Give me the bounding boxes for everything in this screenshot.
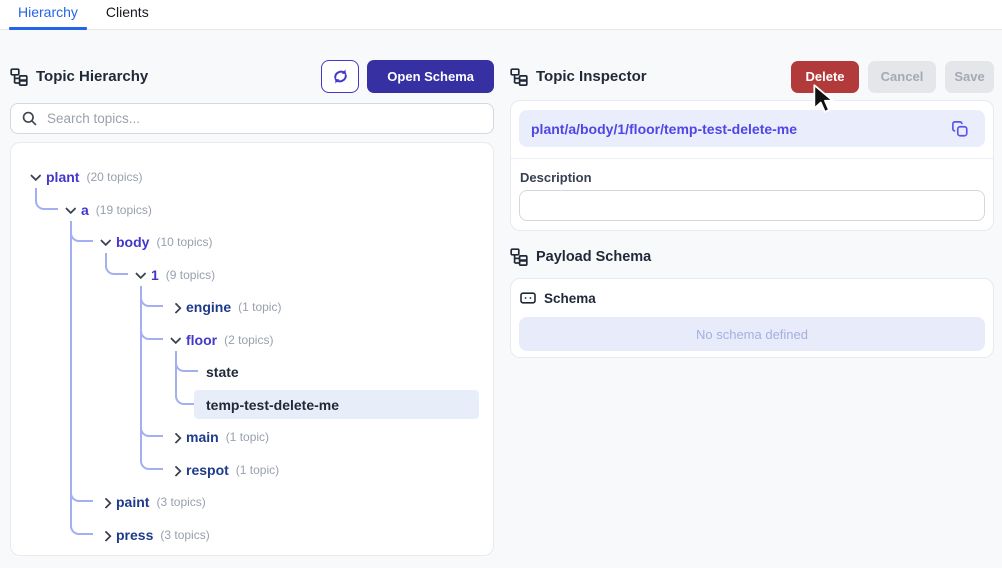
search-input[interactable]	[47, 111, 483, 126]
tree-node-label: a	[81, 201, 89, 218]
tab-hierarchy[interactable]: Hierarchy	[9, 0, 87, 30]
topic-hierarchy-title: Topic Hierarchy	[36, 68, 149, 85]
tree-node-label: paint	[116, 494, 150, 510]
tree-connector	[70, 220, 93, 535]
tree-node-label: press	[116, 526, 154, 543]
open-schema-button[interactable]: Open Schema	[367, 60, 494, 93]
tree-node-label: engine	[186, 299, 232, 315]
tab-clients[interactable]: Clients	[97, 0, 158, 29]
tree-node-floor[interactable]: floor (2 topics)	[169, 325, 273, 354]
cancel-button[interactable]: Cancel	[868, 60, 936, 93]
tree-node-count: (20 topics)	[86, 170, 143, 184]
tab-bar: Hierarchy Clients	[0, 0, 1002, 30]
hierarchy-tree-icon	[510, 248, 528, 266]
tree-node-count: (19 topics)	[95, 202, 152, 217]
hierarchy-tree-icon	[510, 67, 528, 86]
search-icon	[21, 110, 38, 127]
chevron-down-icon	[135, 267, 147, 279]
tree-connector	[140, 285, 163, 470]
tree-node-label: 1	[151, 266, 159, 283]
tree-node-count: (10 topics)	[156, 235, 213, 249]
copy-icon	[951, 120, 969, 138]
tree-node-respot[interactable]: respot (1 topic)	[169, 455, 279, 484]
chevron-down-icon	[30, 170, 42, 181]
tree-node-count: (9 topics)	[165, 267, 216, 282]
tree-node-engine[interactable]: engine (1 topic)	[169, 293, 281, 322]
payload-schema-title: Payload Schema	[536, 249, 652, 265]
tree-node-paint[interactable]: paint (3 topics)	[99, 488, 206, 517]
inspector-divider	[511, 158, 993, 159]
tree-node-a[interactable]: a (19 topics)	[64, 195, 152, 224]
no-schema-box: No schema defined	[519, 317, 985, 351]
topic-inspector-title: Topic Inspector	[536, 68, 647, 85]
tree-node-label: main	[186, 429, 219, 445]
topic-path: plant/a/body/1/floor/temp-test-delete-me	[531, 120, 798, 137]
chevron-down-icon	[100, 235, 112, 246]
chevron-right-icon	[170, 465, 182, 477]
tree-node-plant[interactable]: plant (20 topics)	[29, 163, 142, 192]
tree-node-label: floor	[186, 331, 218, 348]
tree-node-label: temp-test-delete-me	[206, 396, 340, 413]
tree-node-count: (3 topics)	[160, 527, 210, 542]
tree-node-body[interactable]: body (10 topics)	[99, 228, 212, 257]
tree-node-count: (1 topic)	[225, 430, 270, 444]
hierarchy-tree-icon	[10, 67, 28, 86]
topic-hierarchy-header: Topic Hierarchy Open Schema	[10, 60, 494, 93]
tree-node-label: plant	[46, 169, 80, 185]
tree-node-press[interactable]: press (3 topics)	[99, 520, 210, 549]
description-label: Description	[520, 170, 592, 185]
tree-node-count: (1 topic)	[238, 300, 282, 314]
tree-node-label: body	[116, 234, 150, 250]
topic-inspector-card: plant/a/body/1/floor/temp-test-delete-me…	[510, 100, 994, 231]
tree-node-label: respot	[186, 461, 229, 478]
chevron-right-icon	[100, 530, 112, 542]
tree-node-temp-test-delete-me[interactable]: temp-test-delete-me	[194, 390, 479, 419]
tree-node-state[interactable]: state	[194, 358, 239, 387]
tree-node-count: (2 topics)	[224, 332, 274, 347]
tree-node-label: state	[206, 364, 239, 380]
description-input[interactable]	[519, 190, 985, 221]
tree-node-1[interactable]: 1 (9 topics)	[134, 260, 215, 289]
payload-schema-header: Payload Schema	[510, 247, 994, 267]
chevron-right-icon	[170, 303, 182, 314]
schema-label: Schema	[544, 290, 596, 306]
save-button[interactable]: Save	[945, 60, 994, 93]
chevron-right-icon	[100, 498, 112, 509]
chevron-down-icon	[170, 332, 182, 344]
schema-card: Schema No schema defined	[510, 278, 994, 358]
schema-box-icon	[520, 290, 536, 306]
chevron-right-icon	[170, 433, 182, 444]
delete-button[interactable]: Delete	[791, 60, 859, 93]
copy-button[interactable]	[947, 116, 973, 142]
tree-node-count: (1 topic)	[235, 462, 280, 477]
topic-tree-card: plant (20 topics) a (19 topics) body (10 topi…	[10, 142, 494, 556]
tree-node-count: (3 topics)	[156, 495, 206, 509]
chevron-down-icon	[65, 202, 77, 214]
search-box	[10, 103, 494, 134]
refresh-icon	[331, 67, 350, 86]
topic-path-box: plant/a/body/1/floor/temp-test-delete-me	[519, 110, 985, 147]
tree-node-main[interactable]: main (1 topic)	[169, 423, 269, 452]
topic-tree: plant (20 topics) a (19 topics) body (10 topi…	[11, 143, 493, 555]
topic-inspector-header: Topic Inspector Delete Cancel Save	[510, 60, 994, 93]
no-schema-text: No schema defined	[695, 326, 808, 342]
refresh-button[interactable]	[321, 60, 360, 93]
